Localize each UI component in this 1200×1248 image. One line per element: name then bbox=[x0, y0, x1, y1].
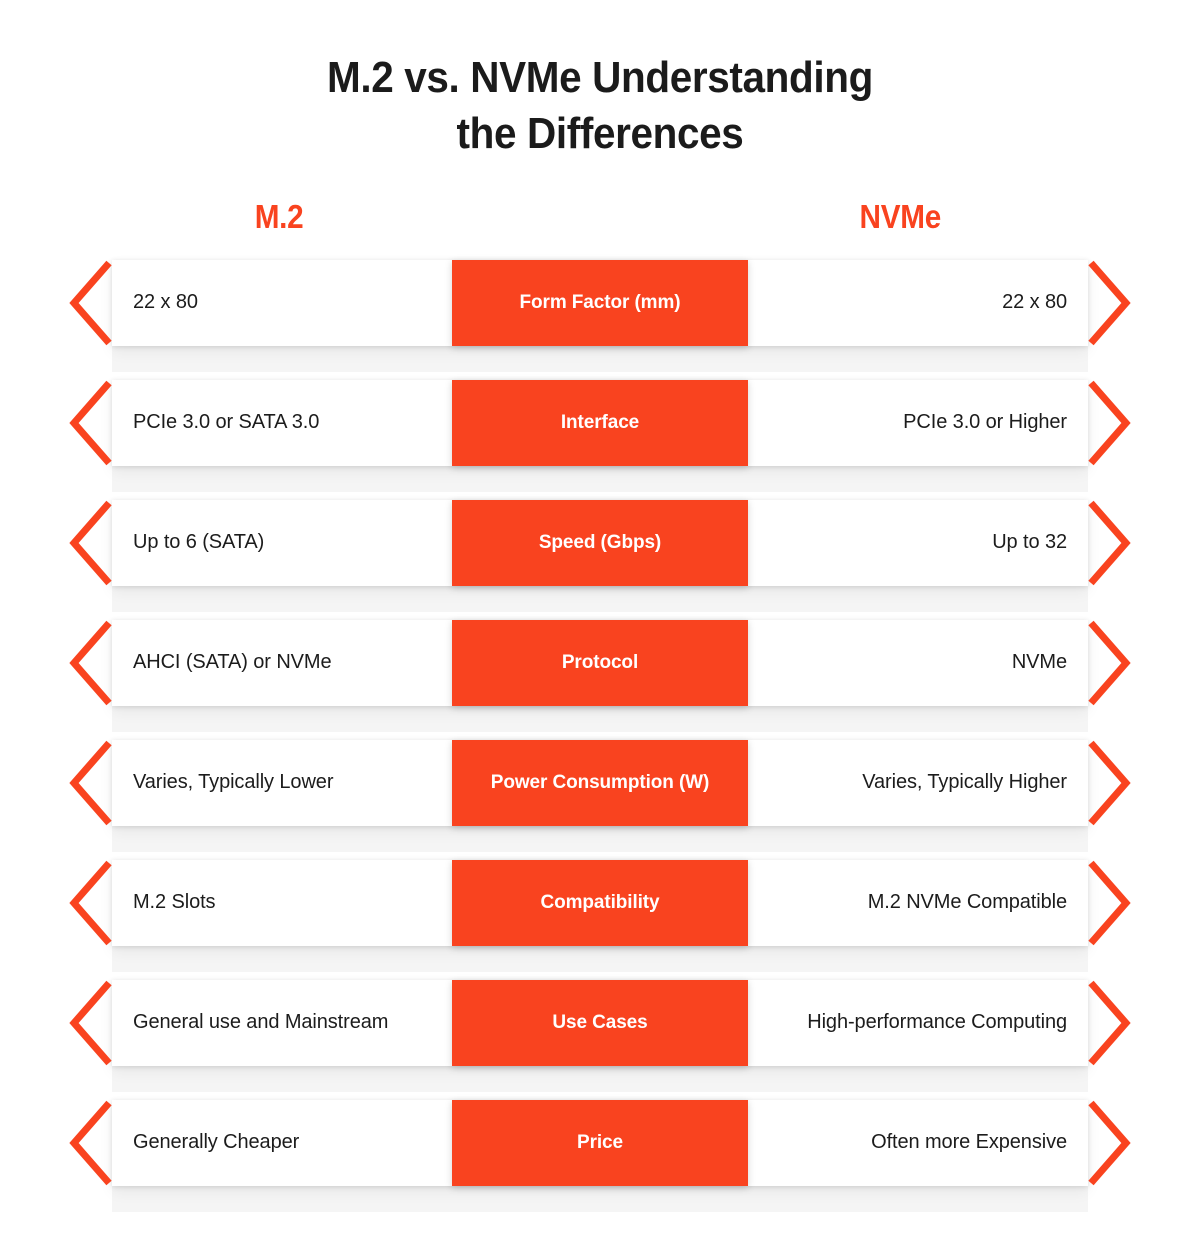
row-strip bbox=[112, 1185, 1088, 1212]
row-category-label: Compatibility bbox=[540, 891, 660, 913]
row-category-label: Form Factor (mm) bbox=[519, 291, 681, 313]
chevron-left-icon bbox=[68, 740, 112, 826]
row-value-nvme: Up to 32 bbox=[992, 531, 1067, 554]
page-title-line-2: the Differences bbox=[456, 108, 744, 158]
comparison-rows: 22 x 80 Form Factor (mm) 22 x 80 PCIe 3.0 o… bbox=[0, 259, 1200, 1248]
row-category-box: Protocol bbox=[452, 619, 748, 706]
chevron-left-icon bbox=[68, 380, 112, 466]
chevron-left-icon bbox=[68, 500, 112, 586]
row-strip bbox=[112, 345, 1088, 372]
row-category-box: Speed (Gbps) bbox=[452, 499, 748, 586]
row-value-m2: AHCI (SATA) or NVMe bbox=[133, 651, 332, 674]
row-category-box: Interface bbox=[452, 379, 748, 466]
column-header-m2: M.2 bbox=[254, 197, 304, 235]
chevron-left-icon bbox=[68, 260, 112, 346]
table-row: PCIe 3.0 or SATA 3.0 Interface PCIe 3.0 or… bbox=[0, 379, 1200, 500]
chevron-left-icon bbox=[68, 1100, 112, 1186]
row-value-m2: Generally Cheaper bbox=[133, 1131, 300, 1154]
row-strip bbox=[112, 945, 1088, 972]
row-value-m2: PCIe 3.0 or SATA 3.0 bbox=[133, 411, 320, 434]
row-category-box: Form Factor (mm) bbox=[452, 259, 748, 346]
chevron-right-icon bbox=[1088, 500, 1132, 586]
chevron-right-icon bbox=[1088, 740, 1132, 826]
column-headers: M.2 NVMe bbox=[0, 198, 1200, 254]
row-value-m2: General use and Mainstream bbox=[133, 1011, 389, 1034]
chevron-right-icon bbox=[1088, 380, 1132, 466]
row-value-nvme: High-performance Computing bbox=[807, 1011, 1067, 1034]
table-row: Up to 6 (SATA) Speed (Gbps) Up to 32 bbox=[0, 499, 1200, 620]
row-value-nvme: PCIe 3.0 or Higher bbox=[903, 411, 1067, 434]
row-category-label: Price bbox=[577, 1131, 623, 1153]
row-category-label: Protocol bbox=[561, 651, 639, 673]
row-value-nvme: NVMe bbox=[1011, 651, 1067, 674]
chevron-right-icon bbox=[1088, 1100, 1132, 1186]
row-category-label: Interface bbox=[560, 411, 640, 433]
row-category-box: Power Consumption (W) bbox=[452, 739, 748, 826]
row-strip bbox=[112, 1065, 1088, 1092]
column-header-nvme: NVMe bbox=[859, 197, 942, 235]
table-row: Generally Cheaper Price Often more Expensi… bbox=[0, 1099, 1200, 1220]
row-category-label: Use Cases bbox=[552, 1011, 648, 1033]
table-row: AHCI (SATA) or NVMe Protocol NVMe bbox=[0, 619, 1200, 740]
row-value-nvme: M.2 NVMe Compatible bbox=[867, 891, 1067, 914]
row-strip bbox=[112, 465, 1088, 492]
chevron-left-icon bbox=[68, 620, 112, 706]
row-value-nvme: Often more Expensive bbox=[871, 1131, 1067, 1154]
chevron-right-icon bbox=[1088, 620, 1132, 706]
table-row: 22 x 80 Form Factor (mm) 22 x 80 bbox=[0, 259, 1200, 380]
table-row: M.2 Slots Compatibility M.2 NVMe Compatibl… bbox=[0, 859, 1200, 980]
page-title-line-1: M.2 vs. NVMe Understanding bbox=[326, 53, 873, 102]
row-category-box: Use Cases bbox=[452, 979, 748, 1066]
row-value-m2: Up to 6 (SATA) bbox=[133, 531, 265, 554]
row-value-m2: Varies, Typically Lower bbox=[133, 771, 334, 794]
row-category-box: Price bbox=[452, 1099, 748, 1186]
row-value-nvme: 22 x 80 bbox=[1002, 291, 1067, 314]
table-row: General use and Mainstream Use Cases High-… bbox=[0, 979, 1200, 1100]
comparison-infographic: M.2 vs. NVMe Understanding the Differenc… bbox=[0, 0, 1200, 1248]
row-category-label: Speed (Gbps) bbox=[538, 531, 662, 553]
chevron-left-icon bbox=[68, 860, 112, 946]
row-strip bbox=[112, 705, 1088, 732]
page-title: M.2 vs. NVMe Understanding the Differenc… bbox=[48, 0, 1152, 162]
chevron-right-icon bbox=[1088, 260, 1132, 346]
row-value-m2: M.2 Slots bbox=[133, 891, 216, 914]
row-category-box: Compatibility bbox=[452, 859, 748, 946]
row-value-nvme: Varies, Typically Higher bbox=[862, 771, 1067, 794]
chevron-right-icon bbox=[1088, 860, 1132, 946]
row-strip bbox=[112, 585, 1088, 612]
table-row: Varies, Typically Lower Power Consumption… bbox=[0, 739, 1200, 860]
chevron-left-icon bbox=[68, 980, 112, 1066]
row-category-label: Power Consumption (W) bbox=[490, 771, 710, 793]
row-strip bbox=[112, 825, 1088, 852]
chevron-right-icon bbox=[1088, 980, 1132, 1066]
row-value-m2: 22 x 80 bbox=[133, 291, 198, 314]
